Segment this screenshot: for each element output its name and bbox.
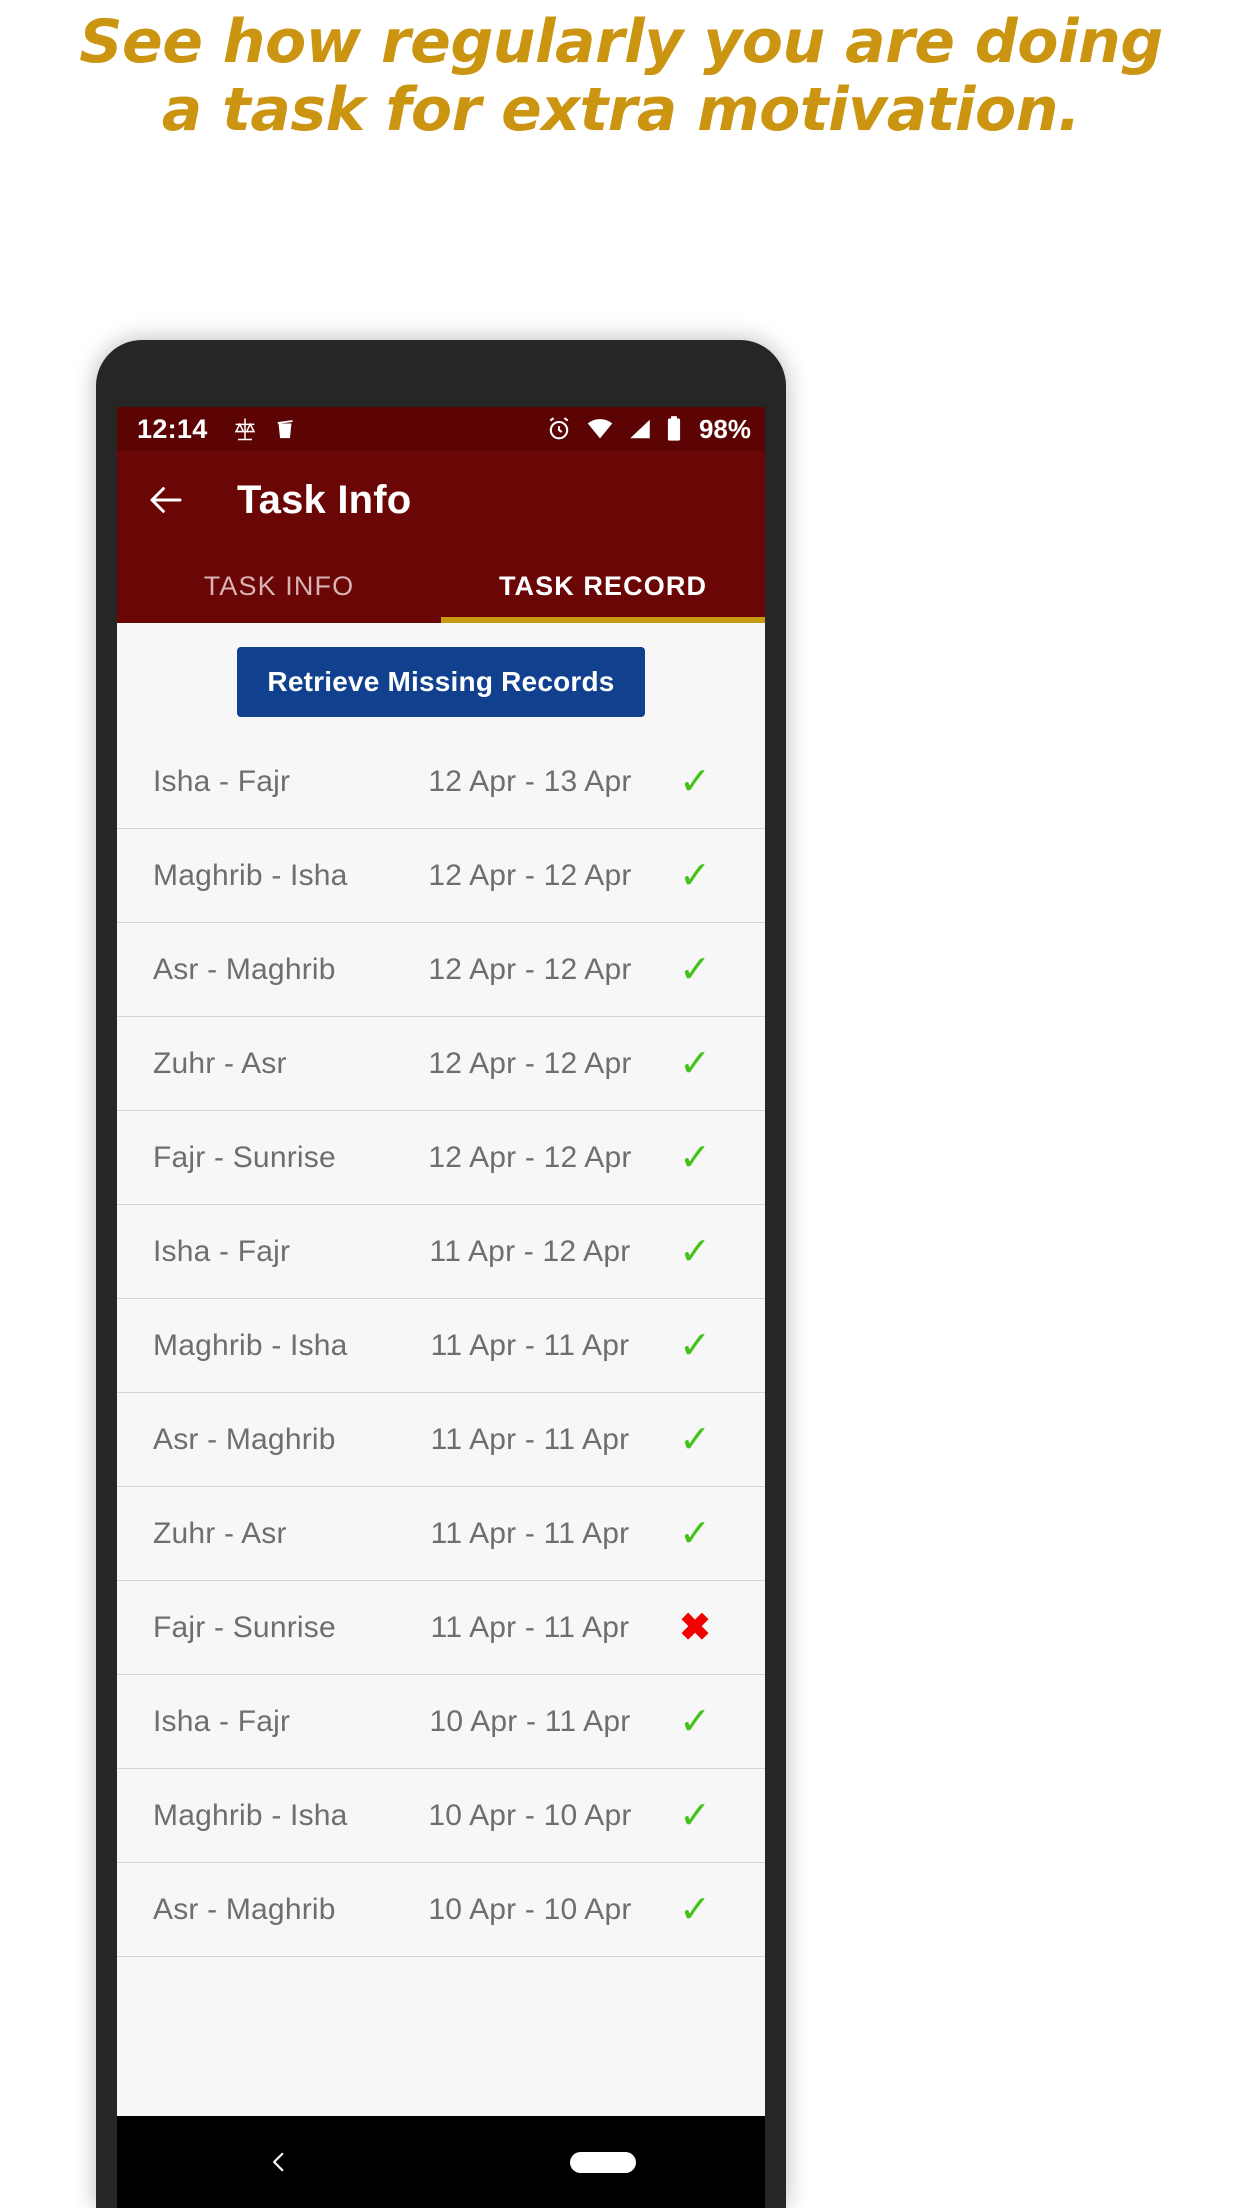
check-icon: ✓ xyxy=(679,1136,711,1179)
page-title: Task Info xyxy=(237,477,412,522)
table-row[interactable]: Isha - Fajr 10 Apr - 11 Apr ✓ xyxy=(117,1675,765,1769)
tab-task-info[interactable]: TASK INFO xyxy=(117,549,441,623)
tab-active-indicator xyxy=(441,617,765,623)
record-task-name: Maghrib - Isha xyxy=(153,1798,348,1832)
tab-task-record[interactable]: TASK RECORD xyxy=(441,549,765,623)
check-icon: ✓ xyxy=(679,1512,711,1555)
retrieve-missing-records-button[interactable]: Retrieve Missing Records xyxy=(237,647,645,717)
check-icon: ✓ xyxy=(679,1418,711,1461)
screenshot-root: See how regularly you are doing a task f… xyxy=(0,0,1242,2208)
record-task-name: Asr - Maghrib xyxy=(153,952,336,986)
nav-back-button[interactable] xyxy=(117,2144,441,2180)
promo-headline: See how regularly you are doing a task f… xyxy=(79,7,1163,145)
table-row[interactable]: Maghrib - Isha 12 Apr - 12 Apr ✓ xyxy=(117,829,765,923)
table-row[interactable]: Fajr - Sunrise 12 Apr - 12 Apr ✓ xyxy=(117,1111,765,1205)
record-task-name: Fajr - Sunrise xyxy=(153,1140,336,1174)
tab-bar: TASK INFO TASK RECORD xyxy=(117,549,765,623)
table-row[interactable]: Zuhr - Asr 12 Apr - 12 Apr ✓ xyxy=(117,1017,765,1111)
record-date-range: 12 Apr - 12 Apr xyxy=(428,1046,632,1080)
retrieve-button-container: Retrieve Missing Records xyxy=(117,623,765,735)
battery-percent-label: 98% xyxy=(698,413,751,444)
record-date-range: 11 Apr - 12 Apr xyxy=(429,1234,631,1268)
record-task-name: Isha - Fajr xyxy=(153,764,291,798)
table-row[interactable]: Isha - Fajr 12 Apr - 13 Apr ✓ xyxy=(117,735,765,829)
table-row[interactable]: Asr - Maghrib 11 Apr - 11 Apr ✓ xyxy=(117,1393,765,1487)
table-row[interactable]: Zuhr - Asr 11 Apr - 11 Apr ✓ xyxy=(117,1487,765,1581)
alarm-icon xyxy=(549,417,569,440)
status-bar-system-icons: 98% xyxy=(545,414,751,445)
record-date-range: 12 Apr - 13 Apr xyxy=(428,764,632,798)
back-arrow-icon[interactable] xyxy=(145,479,187,521)
record-task-name: Zuhr - Asr xyxy=(153,1516,287,1550)
check-icon: ✓ xyxy=(679,854,711,897)
record-task-name: Asr - Maghrib xyxy=(153,1422,336,1456)
android-navigation-bar xyxy=(117,2116,765,2208)
record-date-range: 11 Apr - 11 Apr xyxy=(430,1422,630,1456)
check-icon: ✓ xyxy=(679,1700,711,1743)
nav-home-pill-icon xyxy=(570,2151,636,2173)
task-record-panel: Retrieve Missing Records Isha - Fajr 12 A… xyxy=(117,623,765,2208)
check-icon: ✓ xyxy=(679,1324,711,1367)
check-icon: ✓ xyxy=(679,948,711,991)
record-task-name: Maghrib - Isha xyxy=(153,1328,348,1362)
table-row[interactable]: Asr - Maghrib 12 Apr - 12 Apr ✓ xyxy=(117,923,765,1017)
check-icon: ✓ xyxy=(679,1230,711,1273)
record-task-name: Zuhr - Asr xyxy=(153,1046,287,1080)
check-icon: ✓ xyxy=(679,1888,711,1931)
check-icon: ✓ xyxy=(679,760,711,803)
phone-mockup-frame: 12:14 98% Task Info TASK INFO TASK RECOR… xyxy=(96,340,786,2208)
record-date-range: 10 Apr - 10 Apr xyxy=(428,1892,632,1926)
battery-icon xyxy=(667,416,681,441)
record-task-name: Fajr - Sunrise xyxy=(153,1610,336,1644)
record-task-name: Isha - Fajr xyxy=(153,1704,291,1738)
table-row[interactable]: Fajr - Sunrise 11 Apr - 11 Apr ✖ xyxy=(117,1581,765,1675)
record-date-range: 12 Apr - 12 Apr xyxy=(428,952,632,986)
balance-scale-icon xyxy=(234,418,255,441)
wifi-icon xyxy=(587,419,613,439)
record-date-range: 12 Apr - 12 Apr xyxy=(428,858,632,892)
trash-icon xyxy=(277,420,293,439)
task-record-list: Isha - Fajr 12 Apr - 13 Apr ✓ Maghrib - Ish… xyxy=(117,735,765,1957)
status-bar-notification-icons xyxy=(230,415,296,443)
cross-icon: ✖ xyxy=(679,1606,711,1649)
check-icon: ✓ xyxy=(679,1042,711,1085)
record-task-name: Maghrib - Isha xyxy=(153,858,348,892)
record-task-name: Isha - Fajr xyxy=(153,1234,291,1268)
record-task-name: Asr - Maghrib xyxy=(153,1892,336,1926)
phone-screen: 12:14 98% Task Info TASK INFO TASK RECOR… xyxy=(117,407,765,2208)
table-row[interactable]: Asr - Maghrib 10 Apr - 10 Apr ✓ xyxy=(117,1863,765,1957)
record-date-range: 11 Apr - 11 Apr xyxy=(430,1610,630,1644)
record-date-range: 10 Apr - 10 Apr xyxy=(428,1798,632,1832)
nav-back-chevron-icon xyxy=(273,2152,284,2172)
record-date-range: 11 Apr - 11 Apr xyxy=(430,1516,630,1550)
status-bar: 12:14 98% xyxy=(117,407,765,451)
app-bar: Task Info xyxy=(117,451,765,549)
check-icon: ✓ xyxy=(679,1794,711,1837)
record-date-range: 11 Apr - 11 Apr xyxy=(430,1328,630,1362)
record-date-range: 12 Apr - 12 Apr xyxy=(428,1140,632,1174)
table-row[interactable]: Isha - Fajr 11 Apr - 12 Apr ✓ xyxy=(117,1205,765,1299)
table-row[interactable]: Maghrib - Isha 11 Apr - 11 Apr ✓ xyxy=(117,1299,765,1393)
record-date-range: 10 Apr - 11 Apr xyxy=(429,1704,631,1738)
signal-icon xyxy=(630,419,650,439)
status-bar-clock: 12:14 xyxy=(137,413,208,444)
table-row[interactable]: Maghrib - Isha 10 Apr - 10 Apr ✓ xyxy=(117,1769,765,1863)
nav-home-button[interactable] xyxy=(441,2151,765,2173)
